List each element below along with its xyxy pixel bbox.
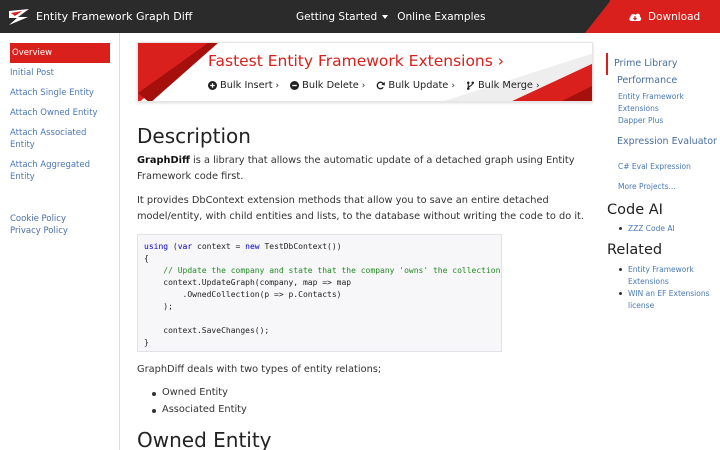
nav-getting-started[interactable]: Getting Started bbox=[296, 11, 389, 23]
nav-online-examples[interactable]: Online Examples bbox=[397, 11, 485, 23]
brand-link[interactable]: Entity Framework Graph Diff bbox=[8, 8, 192, 26]
bulk-merge-link[interactable]: Bulk Merge › bbox=[466, 80, 540, 91]
sidebar-item-attach-associated-entity[interactable]: Attach Associated Entity bbox=[10, 127, 110, 151]
top-navbar: Entity Framework Graph Diff Getting Star… bbox=[0, 0, 720, 33]
refresh-icon bbox=[377, 81, 386, 90]
sidebar-item-attach-owned-entity[interactable]: Attach Owned Entity bbox=[10, 107, 110, 119]
sidebar-item-overview[interactable]: Overview bbox=[10, 43, 110, 63]
more-projects-link[interactable]: More Projects... bbox=[618, 181, 676, 193]
performance-heading: Performance bbox=[617, 75, 678, 86]
merge-icon bbox=[466, 81, 474, 90]
extension-paragraph: It provides DbContext extension methods … bbox=[137, 195, 584, 222]
download-label: Download bbox=[648, 10, 701, 23]
cloud-download-icon bbox=[629, 13, 642, 21]
bulk-update-link[interactable]: Bulk Update › bbox=[376, 80, 455, 91]
related-heading: Related bbox=[607, 242, 663, 258]
privacy-policy-link[interactable]: Privacy Policy bbox=[10, 225, 110, 237]
description-heading: Description bbox=[137, 124, 251, 148]
expression-evaluator-heading: Expression Evaluator bbox=[617, 136, 717, 147]
bulk-delete-link[interactable]: Bulk Delete › bbox=[290, 80, 365, 91]
bulk-insert-link[interactable]: Bulk Insert › bbox=[208, 80, 279, 91]
list-item: Owned Entity bbox=[152, 387, 228, 398]
download-wedge bbox=[585, 0, 611, 33]
plus-circle-icon bbox=[208, 81, 217, 90]
related-ef-extensions-link[interactable]: Entity Framework Extensions bbox=[619, 264, 718, 288]
zzz-code-ai-link[interactable]: ZZZ Code AI bbox=[619, 223, 718, 235]
code-ai-heading: Code AI bbox=[607, 202, 663, 218]
csharp-eval-link[interactable]: C# Eval Expression bbox=[618, 161, 691, 173]
prime-library-link[interactable]: Prime Library bbox=[614, 58, 677, 69]
win-license-link[interactable]: WIN an EF Extensions license bbox=[619, 288, 718, 312]
sidebar-item-attach-aggregated-entity[interactable]: Attach Aggregated Entity bbox=[10, 159, 110, 183]
chevron-down-icon bbox=[382, 14, 389, 19]
minus-circle-icon bbox=[290, 81, 300, 90]
description-paragraph: GraphDiff is a library that allows the a… bbox=[137, 155, 575, 182]
sidebar-item-initial-post[interactable]: Initial Post bbox=[10, 67, 110, 79]
cookie-policy-link[interactable]: Cookie Policy bbox=[10, 213, 110, 225]
download-button[interactable]: Download bbox=[610, 0, 720, 33]
sidebar-item-attach-single-entity[interactable]: Attach Single Entity bbox=[10, 87, 110, 99]
owned-entity-heading: Owned Entity bbox=[137, 428, 272, 450]
promo-banner[interactable]: Fastest Entity Framework Extensions › Bu… bbox=[137, 42, 593, 102]
dapper-plus-link[interactable]: Dapper Plus bbox=[618, 115, 663, 127]
code-block: using (var context = new TestDbContext()… bbox=[137, 234, 502, 352]
banner-title[interactable]: Fastest Entity Framework Extensions › bbox=[208, 52, 504, 70]
ef-extensions-link[interactable]: Entity Framework Extensions bbox=[618, 91, 708, 115]
relations-paragraph: GraphDiff deals with two types of entity… bbox=[137, 364, 382, 375]
brand-title: Entity Framework Graph Diff bbox=[36, 10, 193, 23]
zzz-logo-icon bbox=[9, 8, 29, 25]
list-item: Associated Entity bbox=[152, 404, 247, 415]
